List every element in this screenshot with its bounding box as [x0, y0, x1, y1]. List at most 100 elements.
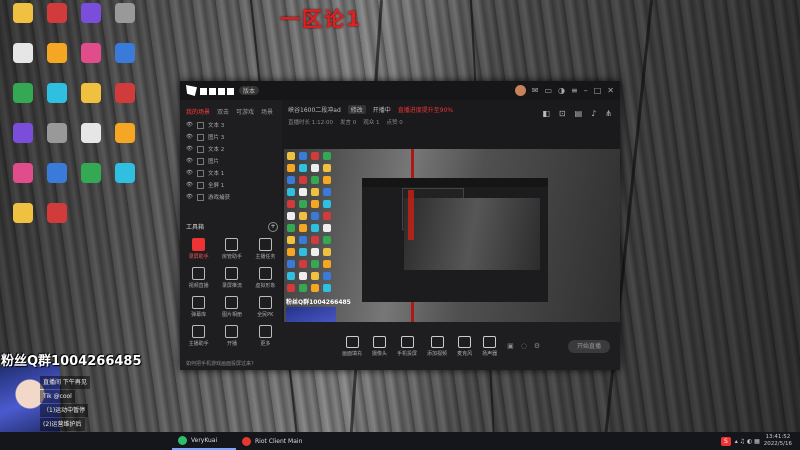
tab-4[interactable]: 场景	[261, 107, 273, 116]
source-item[interactable]: 👁 全屏 1	[180, 179, 282, 191]
checkbox-icon[interactable]	[196, 121, 204, 129]
taskbar-app-riot[interactable]: Riot Client Main	[236, 432, 308, 450]
source-item[interactable]: 👁 文本 3	[180, 119, 282, 131]
input-method-icon[interactable]: S	[720, 436, 731, 446]
tool-item[interactable]: 弹幕库	[182, 296, 215, 318]
desktop-icon[interactable]	[106, 83, 144, 105]
eye-icon[interactable]: 👁	[186, 182, 193, 188]
taskbar-app-verykuai[interactable]: VeryKuai	[172, 432, 236, 450]
desktop-icon[interactable]	[72, 83, 110, 105]
go-live-button[interactable]: 开始直播	[568, 339, 610, 353]
tool-item[interactable]: 主播助手	[182, 325, 215, 347]
preview-icon	[299, 272, 307, 280]
tray-icons[interactable]: ▴ ♫ ◐ ▦	[735, 438, 760, 445]
checkbox-icon[interactable]	[196, 133, 204, 141]
screen-capture-button[interactable]: 画面填充	[342, 335, 362, 357]
camera-button[interactable]: 摄像头	[372, 335, 387, 357]
desktop-icon[interactable]	[4, 83, 42, 105]
tool-item[interactable]: 房管助手	[215, 238, 248, 260]
checkbox-icon[interactable]	[196, 193, 204, 201]
desktop-icon[interactable]	[72, 43, 110, 65]
tool-item[interactable]: 更多	[249, 325, 282, 347]
desktop-icon[interactable]	[106, 3, 144, 25]
skin-icon[interactable]: ◑	[558, 86, 565, 95]
add-video-button[interactable]: 添加视频	[427, 335, 447, 357]
desktop-icon[interactable]	[106, 43, 144, 65]
stat-item: 点赞 0	[386, 120, 403, 126]
eye-icon[interactable]: 👁	[186, 170, 193, 176]
version-badge[interactable]: 版本	[239, 86, 260, 95]
stream-preview[interactable]: 粉丝Q群1004266485	[284, 149, 620, 339]
tab-my-scene[interactable]: 我的场景	[186, 107, 210, 116]
message-icon[interactable]: ✉	[532, 86, 539, 95]
eye-icon[interactable]: 👁	[186, 146, 193, 152]
desktop-icon[interactable]	[38, 123, 76, 145]
checkbox-icon[interactable]	[196, 157, 204, 165]
camera-icon[interactable]: ▣	[507, 342, 514, 350]
eye-icon[interactable]: 👁	[186, 134, 193, 140]
desktop-icon[interactable]	[4, 123, 42, 145]
desktop-icon[interactable]	[38, 203, 76, 225]
tool-item[interactable]: 主播任务	[249, 238, 282, 260]
preview-icon	[323, 272, 331, 280]
maximize-icon[interactable]: □	[594, 86, 602, 95]
tool-label: 更多	[260, 341, 271, 347]
desktop-icon[interactable]	[38, 163, 76, 185]
checkbox-icon[interactable]	[196, 169, 204, 177]
eye-icon[interactable]: 👁	[186, 158, 193, 164]
toolbox-add-button[interactable]: +	[268, 222, 278, 232]
speaker-button[interactable]: 扬声器	[482, 335, 497, 357]
menu-icon[interactable]: ≡	[571, 86, 578, 95]
desktop-icon[interactable]	[38, 83, 76, 105]
edit-tag[interactable]: 修改	[347, 105, 366, 114]
share-icon[interactable]: ⋔	[605, 109, 612, 118]
eye-icon[interactable]: 👁	[186, 194, 193, 200]
tool-item[interactable]: 全民PK	[249, 296, 282, 318]
clock[interactable]: 13:41:52 2022/5/16	[764, 434, 800, 448]
source-item[interactable]: 👁 图片 3	[180, 131, 282, 143]
beauty-icon[interactable]: ◌	[521, 342, 527, 350]
source-item[interactable]: 👁 图片	[180, 155, 282, 167]
desktop-icon[interactable]	[72, 123, 110, 145]
desktop-icon[interactable]	[72, 163, 110, 185]
microphone-button[interactable]: 麦克风	[457, 335, 472, 357]
desktop-icon[interactable]	[72, 3, 110, 25]
stat-item: 发言 0	[339, 120, 357, 126]
user-avatar[interactable]	[514, 85, 526, 96]
tool-item[interactable]: 图片相册	[215, 296, 248, 318]
checkbox-icon[interactable]	[196, 181, 204, 189]
desktop-icon[interactable]	[4, 163, 42, 185]
start-area[interactable]	[0, 432, 172, 450]
desktop-icon[interactable]	[38, 3, 76, 25]
tool-item[interactable]: 虚拟形象	[249, 267, 282, 289]
gift-icon[interactable]: ◧	[542, 109, 550, 118]
bell-icon[interactable]: ♪	[591, 109, 596, 118]
tab-3[interactable]: 可游戏	[236, 107, 254, 116]
tool-item[interactable]: 录屏推流	[215, 267, 248, 289]
desktop-icon[interactable]	[4, 43, 42, 65]
tool-item[interactable]: 视频直播	[182, 267, 215, 289]
clipboard-icon[interactable]: ▤	[575, 109, 583, 118]
desktop-icon[interactable]	[106, 163, 144, 185]
room-title[interactable]: 峡谷1600二段冲ad	[288, 105, 341, 114]
phone-cast-button[interactable]: 手机投屏	[397, 335, 417, 357]
source-item[interactable]: 👁 文本 1	[180, 167, 282, 179]
desktop-icon[interactable]	[38, 43, 76, 65]
checkbox-icon[interactable]	[196, 145, 204, 153]
screen-icon[interactable]: ▭	[544, 86, 552, 95]
eye-icon[interactable]: 👁	[186, 122, 193, 128]
tool-item[interactable]: 录屏助手	[182, 238, 215, 260]
close-icon[interactable]: ✕	[607, 86, 614, 95]
desktop-icon[interactable]	[4, 203, 42, 225]
desktop-icon[interactable]	[106, 123, 144, 145]
source-item[interactable]: 👁 文本 2	[180, 143, 282, 155]
minimize-icon[interactable]: –	[584, 86, 588, 95]
speaker-icon	[483, 335, 497, 348]
tool-item[interactable]: 开播	[215, 325, 248, 347]
cast-help-link[interactable]: 如何把手机游戏画面投屏过来?	[186, 360, 254, 367]
tab-2[interactable]: 双击	[217, 107, 229, 116]
desktop-icon[interactable]	[4, 3, 42, 25]
gear-icon[interactable]: ⚙	[534, 342, 540, 350]
source-item[interactable]: 👁 游戏捕获	[180, 191, 282, 203]
lock-icon[interactable]: ⊡	[559, 109, 566, 118]
